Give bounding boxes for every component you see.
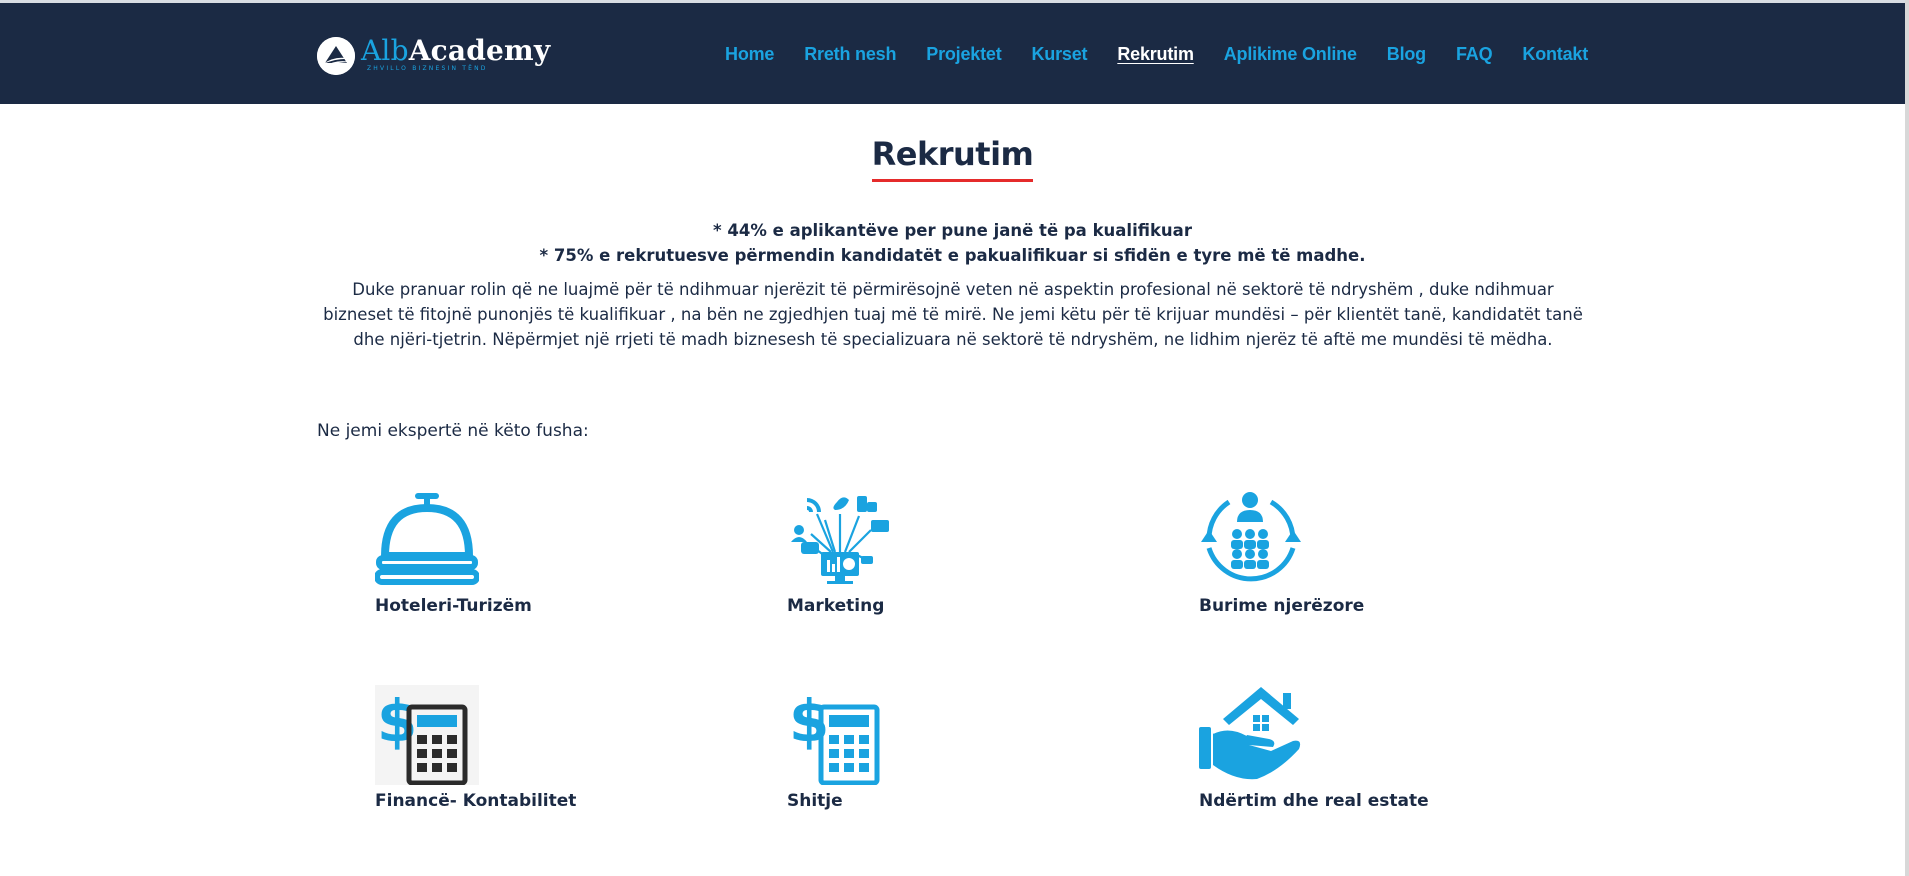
field-label-marketing: Marketing xyxy=(787,596,885,616)
nav-home[interactable]: Home xyxy=(725,44,774,65)
experts-heading: Ne jemi ekspertë në këto fusha: xyxy=(317,421,589,441)
dollar-calculator-icon: $ xyxy=(789,687,880,785)
nav-projektet[interactable]: Projektet xyxy=(926,44,1001,65)
nav-blog[interactable]: Blog xyxy=(1387,44,1426,65)
logo-wordmark: AlbAcademy xyxy=(361,35,550,67)
intro-paragraph: Duke pranuar rolin që ne luajmë për të n… xyxy=(323,280,1583,349)
field-card-ndertim: Ndërtim dhe real estate xyxy=(1199,685,1559,811)
field-card-burime-njerezore: Burime njerëzore xyxy=(1199,490,1559,616)
nav-kontakt[interactable]: Kontakt xyxy=(1522,44,1588,65)
page-scrollbar[interactable] xyxy=(1905,0,1909,876)
nav-faq[interactable]: FAQ xyxy=(1456,44,1493,65)
site-header: AlbAcademy ZHVILLO BIZNESIN TËND Home Rr… xyxy=(0,0,1905,104)
nav-rekrutim[interactable]: Rekrutim xyxy=(1117,44,1194,65)
dollar-calculator-icon: $ xyxy=(375,685,479,785)
logo-emblem-icon xyxy=(317,37,355,75)
site-logo[interactable]: AlbAcademy ZHVILLO BIZNESIN TËND xyxy=(317,35,550,81)
service-bell-icon xyxy=(375,493,479,585)
field-card-finance: $ Financë- Kontabilitet xyxy=(375,685,735,811)
page-title: Rekrutim xyxy=(871,135,1034,182)
recruitment-stats: * 44% e aplikantëve per pune janë të pa … xyxy=(0,218,1905,268)
field-label-hoteleri: Hoteleri-Turizëm xyxy=(375,596,532,616)
field-card-hoteleri: Hoteleri-Turizëm xyxy=(375,490,735,616)
field-card-shitje: $ Shitje xyxy=(787,685,1147,811)
logo-wordmark-academy: Academy xyxy=(408,34,551,67)
human-resources-cycle-icon xyxy=(1201,492,1301,582)
field-label-shitje: Shitje xyxy=(787,791,843,811)
field-label-ndertim: Ndërtim dhe real estate xyxy=(1199,791,1429,811)
page-title-wrap: Rekrutim xyxy=(0,135,1905,182)
social-media-network-icon xyxy=(791,496,889,584)
field-label-burime-njerezore: Burime njerëzore xyxy=(1199,596,1365,616)
nav-kurset[interactable]: Kurset xyxy=(1032,44,1088,65)
main-nav: Home Rreth nesh Projektet Kurset Rekruti… xyxy=(695,44,1588,65)
stat-line-2: * 75% e rekrutuesve përmendin kandidatët… xyxy=(539,246,1366,265)
field-card-marketing: Marketing xyxy=(787,490,1147,616)
field-label-finance: Financë- Kontabilitet xyxy=(375,791,577,811)
logo-wordmark-alb: Alb xyxy=(361,34,409,67)
nav-rreth-nesh[interactable]: Rreth nesh xyxy=(804,44,896,65)
nav-aplikime-online[interactable]: Aplikime Online xyxy=(1224,44,1357,65)
stat-line-1: * 44% e aplikantëve per pune janë të pa … xyxy=(713,221,1192,240)
logo-tagline: ZHVILLO BIZNESIN TËND xyxy=(367,65,488,72)
hand-house-icon xyxy=(1199,687,1301,780)
